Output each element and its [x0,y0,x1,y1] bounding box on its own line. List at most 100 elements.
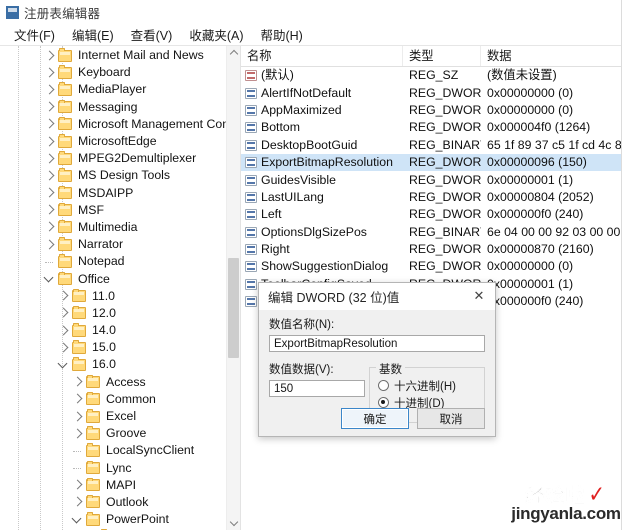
tree-item-ms-design-tools[interactable]: MS Design Tools [0,167,226,184]
table-row[interactable]: AppMaximized REG_DWORD 0x00000000 (0) [241,102,621,119]
chevron-right-icon[interactable] [56,288,72,304]
radio-hexadecimal[interactable]: 十六进制(H) [378,377,478,394]
chevron-right-icon[interactable] [42,116,58,132]
table-row[interactable]: Right REG_DWORD 0x00000870 (2160) [241,241,621,258]
table-row[interactable]: ExportBitmapResolution REG_DWORD 0x0000009… [241,153,621,172]
tree-item-mediaplayer[interactable]: MediaPlayer [0,81,226,98]
tree-item-localsyncclient[interactable]: LocalSyncClient [0,442,226,459]
table-row[interactable]: Bottom REG_DWORD 0x000004f0 (1264) [241,119,621,136]
tree-item-outlook[interactable]: Outlook [0,494,226,511]
chevron-right-icon[interactable] [70,426,86,442]
table-row[interactable]: OptionsDlgSizePos REG_BINARY 6e 04 00 00 9… [241,224,621,241]
menu-file[interactable]: 文件(F) [6,25,64,44]
scroll-up-arrow-icon[interactable] [227,46,240,60]
tree-item-12-0[interactable]: 12.0 [0,305,226,322]
table-row[interactable]: GuidesVisible REG_DWORD 0x00000001 (1) [241,171,621,188]
chevron-right-icon[interactable] [70,391,86,407]
tree-item-14-0[interactable]: 14.0 [0,322,226,339]
chevron-right-icon[interactable] [70,409,86,425]
tree-item-access[interactable]: Access [0,374,226,391]
ok-button[interactable]: 确定 [341,408,409,429]
chevron-right-icon[interactable] [42,237,58,253]
tree-item-messaging[interactable]: Messaging [0,99,226,116]
menu-edit[interactable]: 编辑(E) [64,25,123,44]
chevron-right-icon[interactable] [42,219,58,235]
chevron-right-icon[interactable] [56,305,72,321]
tree-item-label: Narrator [78,237,124,252]
title-bar: 注册表编辑器 [0,0,621,24]
chevron-right-icon[interactable] [70,374,86,390]
chevron-right-icon[interactable] [56,323,72,339]
value-type-cell: REG_DWORD [409,172,481,187]
close-icon[interactable]: ✕ [463,283,495,310]
cancel-button[interactable]: 取消 [417,408,485,429]
tree-item-microsoft-management-conso[interactable]: Microsoft Management Conso [0,116,226,133]
tree-item-excel[interactable]: Excel [0,408,226,425]
tree-item-16-0[interactable]: 16.0 [0,356,226,373]
chevron-down-icon[interactable] [42,271,58,287]
tree-item-groove[interactable]: Groove [0,425,226,442]
tree-item-narrator[interactable]: Narrator [0,236,226,253]
value-data-input[interactable]: 150 [269,380,365,397]
chevron-down-icon[interactable] [70,512,86,528]
chevron-right-icon[interactable] [42,82,58,98]
string-value-icon [245,70,257,82]
menu-favorites[interactable]: 收藏夹(A) [181,25,252,44]
table-row[interactable]: (默认) REG_SZ (数值未设置) [241,67,621,84]
tree-item-11-0[interactable]: 11.0 [0,288,226,305]
dialog-title-bar: 编辑 DWORD (32 位)值 ✕ [259,283,495,310]
tree-item-mapi[interactable]: MAPI [0,477,226,494]
chevron-right-icon[interactable] [42,151,58,167]
tree-item-msf[interactable]: MSF [0,202,226,219]
table-row[interactable]: DesktopBootGuid REG_BINARY 65 1f 89 37 c5 … [241,137,621,154]
folder-icon [72,357,86,371]
chevron-down-icon[interactable] [56,357,72,373]
tree-item-label: MSF [78,202,104,217]
radio-hexadecimal-icon[interactable] [378,380,389,391]
column-header-type[interactable]: 类型 [403,46,481,66]
table-row[interactable]: Left REG_DWORD 0x000000f0 (240) [241,206,621,223]
table-row[interactable]: AlertIfNotDefault REG_DWORD 0x00000000 (0) [241,84,621,101]
chevron-right-icon[interactable] [42,185,58,201]
tree-item-15-0[interactable]: 15.0 [0,339,226,356]
radio-decimal-icon[interactable] [378,397,389,408]
value-name-text: AppMaximized [261,102,342,117]
tree-vertical-scrollbar[interactable] [226,46,240,530]
chevron-right-icon[interactable] [56,340,72,356]
tree-item-microsoftedge[interactable]: MicrosoftEdge [0,133,226,150]
tree-item-powerpoint[interactable]: PowerPoint [0,511,226,528]
table-row[interactable]: ShowSuggestionDialog REG_DWORD 0x00000000 … [241,258,621,275]
tree-item-msdaipp[interactable]: MSDAIPP [0,185,226,202]
scroll-down-arrow-icon[interactable] [227,516,240,530]
tree-item-common[interactable]: Common [0,391,226,408]
menu-help[interactable]: 帮助(H) [252,25,311,44]
column-header-data[interactable]: 数据 [481,46,621,66]
value-name-input[interactable]: ExportBitmapResolution [269,335,485,352]
tree-item-multimedia[interactable]: Multimedia [0,219,226,236]
tree-item-office[interactable]: Office [0,270,226,287]
tree-item-internet-mail-and-news[interactable]: Internet Mail and News [0,47,226,64]
chevron-right-icon[interactable] [42,168,58,184]
column-header-name[interactable]: 名称 [241,46,403,66]
tree-item-label: Outlook [106,494,149,509]
tree-item-label: 14.0 [92,323,116,338]
chevron-right-icon[interactable] [42,48,58,64]
chevron-right-icon[interactable] [42,202,58,218]
tree-item-lync[interactable]: Lync [0,460,226,477]
tree-scrollbar-thumb[interactable] [228,258,239,358]
tree-item-keyboard[interactable]: Keyboard [0,64,226,81]
binary-value-icon [245,261,257,273]
tree-item-notepad[interactable]: Notepad [0,253,226,270]
registry-tree-pane: Internet Mail and News Keyboard MediaPlaye… [0,46,241,530]
chevron-right-icon[interactable] [42,134,58,150]
value-name-label: 数值名称(N): [269,319,335,331]
chevron-right-icon[interactable] [70,494,86,510]
chevron-right-icon[interactable] [42,65,58,81]
chevron-right-icon[interactable] [70,477,86,493]
tree-item-mpeg2demultiplexer[interactable]: MPEG2Demultiplexer [0,150,226,167]
chevron-right-icon[interactable] [42,99,58,115]
menu-view[interactable]: 查看(V) [123,25,182,44]
folder-icon [86,374,100,389]
table-row[interactable]: LastUILang REG_DWORD 0x00000804 (2052) [241,189,621,206]
folder-icon [58,271,72,286]
